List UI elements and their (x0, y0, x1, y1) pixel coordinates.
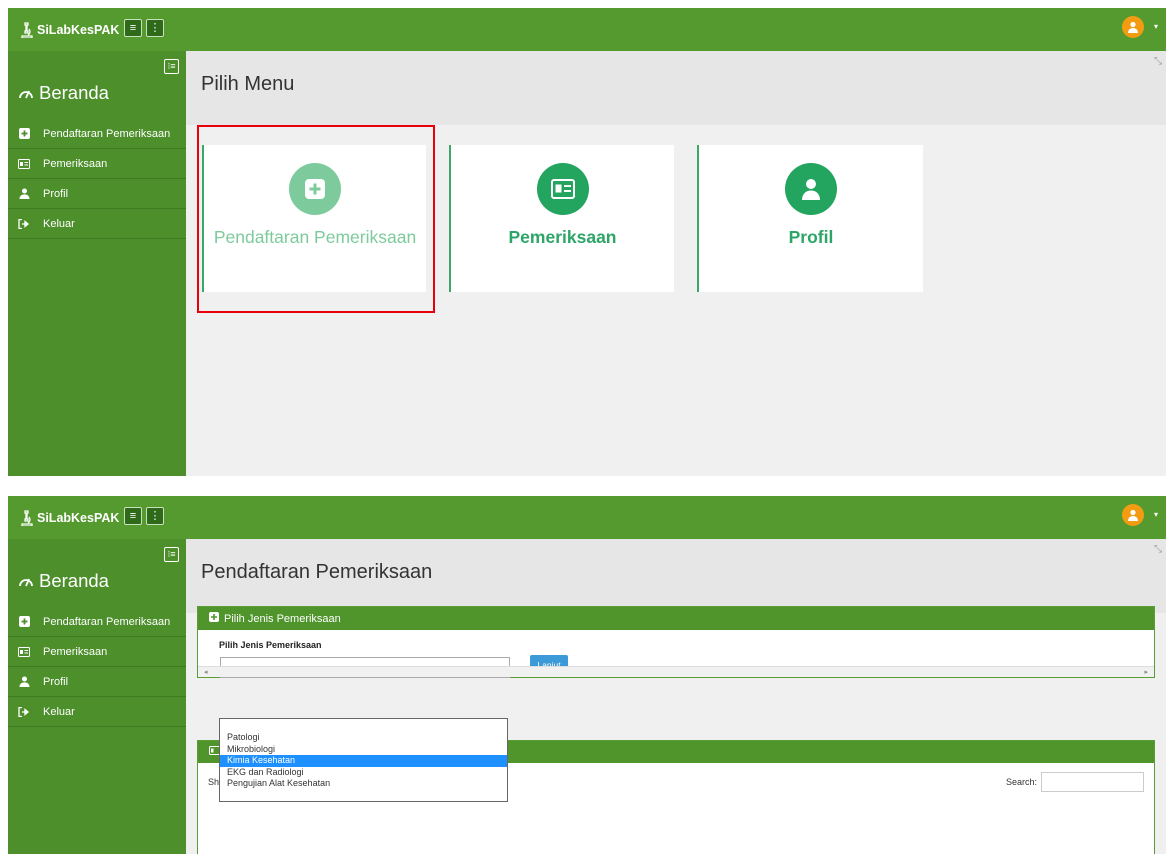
id-card-icon (536, 163, 589, 215)
user-icon (18, 188, 30, 200)
list-icon: ⁝≡ (167, 549, 176, 559)
panel-title: Pilih Jenis Pemeriksaan (224, 612, 341, 625)
caret-down-icon[interactable]: ▾ (1154, 510, 1158, 519)
sign-out-icon (18, 218, 30, 230)
sidebar-item-keluar[interactable]: Keluar (8, 697, 186, 727)
menu-card-profil[interactable]: Profil (697, 145, 923, 292)
option-pengujian-alat[interactable]: Pengujian Alat Kesehatan (220, 778, 507, 790)
page-title: Pendaftaran Pemeriksaan (201, 561, 433, 583)
sidebar-item-pendaftaran[interactable]: Pendaftaran Pemeriksaan (8, 119, 186, 149)
sidebar-item-label: Keluar (43, 705, 75, 718)
list-icon: ⁝≡ (167, 61, 176, 71)
menu-card-label: Pemeriksaan (508, 227, 617, 247)
sidebar-menu: Pendaftaran Pemeriksaan Pemeriksaan Prof… (8, 119, 186, 239)
sidebar: ⁝≡ Beranda Pendaftaran Pemeriksaan Pemer… (8, 51, 186, 476)
sidebar: ⁝≡ Beranda Pendaftaran Pemeriksaan Pemer… (8, 539, 186, 854)
vertical-dots-icon: ⋮ (149, 510, 161, 522)
user-avatar[interactable] (1122, 504, 1144, 526)
panel-pilih-jenis: Pilih Jenis Pemeriksaan Pilih Jenis Peme… (197, 606, 1155, 678)
sidebar-item-label: Pendaftaran Pemeriksaan (43, 127, 171, 140)
bars-icon: ≡ (129, 22, 137, 34)
sidebar-item-label: Pemeriksaan (43, 157, 108, 170)
scroll-left-icon[interactable]: ◂ (204, 668, 208, 676)
content-header: Pendaftaran Pemeriksaan ⤡ (186, 539, 1166, 613)
id-card-icon (18, 158, 30, 170)
screen-pendaftaran: SiLabKesPAK ≡ ⋮ ▾ ⁝≡ Beranda Pendaftaran… (8, 496, 1166, 854)
sidebar-item-keluar[interactable]: Keluar (8, 209, 186, 239)
user-icon (18, 676, 30, 688)
content-header: Pilih Menu ⤡ (186, 51, 1166, 125)
microscope-icon (21, 510, 33, 526)
user-icon (1128, 21, 1138, 33)
sign-out-icon (18, 706, 30, 718)
sidebar-item-label: Profil (43, 675, 69, 688)
option-mikrobiologi[interactable]: Mikrobiologi (220, 744, 507, 756)
menu-toggle-button[interactable]: ≡ (124, 19, 142, 37)
menu-toggle-button[interactable]: ≡ (124, 507, 142, 525)
option-ekg-radiologi[interactable]: EKG dan Radiologi (220, 767, 507, 779)
brand-name: SiLabKesPAK (37, 23, 120, 37)
sidebar-item-pemeriksaan[interactable]: Pemeriksaan (8, 637, 186, 667)
sidebar-home-label: Beranda (39, 570, 109, 591)
brand-logo[interactable]: SiLabKesPAK (20, 19, 119, 41)
sidebar-collapse-button[interactable]: ⁝≡ (164, 59, 179, 74)
user-icon (785, 163, 837, 215)
caret-down-icon[interactable]: ▾ (1154, 22, 1158, 31)
screen-pilih-menu: SiLabKesPAK ≡ ⋮ ▾ ⁝≡ Beranda Pendaftaran… (8, 8, 1166, 476)
options-toggle-button[interactable]: ⋮ (146, 507, 164, 525)
top-navbar: SiLabKesPAK ≡ ⋮ ▾ (8, 496, 1166, 539)
dashboard-icon (19, 578, 33, 587)
sidebar-item-pendaftaran[interactable]: Pendaftaran Pemeriksaan (8, 607, 186, 637)
search-input[interactable] (1041, 772, 1144, 792)
field-label: Pilih Jenis Pemeriksaan (219, 640, 322, 650)
options-toggle-button[interactable]: ⋮ (146, 19, 164, 37)
panel-header: Pilih Jenis Pemeriksaan (198, 607, 1154, 630)
id-card-icon (18, 646, 30, 658)
bars-icon: ≡ (129, 510, 137, 522)
brand-name: SiLabKesPAK (37, 511, 120, 525)
sidebar-item-label: Profil (43, 187, 69, 200)
highlight-annotation (197, 125, 435, 313)
user-icon (1128, 509, 1138, 521)
sidebar-item-label: Pemeriksaan (43, 645, 108, 658)
search-label: Search: (1005, 777, 1037, 787)
sidebar-item-label: Keluar (43, 217, 75, 230)
plus-square-icon (209, 612, 219, 625)
plus-square-icon (18, 128, 30, 140)
option-patologi[interactable]: Patologi (220, 732, 507, 744)
sidebar-menu: Pendaftaran Pemeriksaan Pemeriksaan Prof… (8, 607, 186, 727)
sidebar-home-label: Beranda (39, 82, 109, 103)
top-navbar: SiLabKesPAK ≡ ⋮ ▾ (8, 8, 1166, 51)
sidebar-item-profil[interactable]: Profil (8, 179, 186, 209)
microscope-icon (21, 22, 33, 38)
sidebar-item-pemeriksaan[interactable]: Pemeriksaan (8, 149, 186, 179)
vertical-dots-icon: ⋮ (149, 22, 161, 34)
option-kimia-kesehatan[interactable]: Kimia Kesehatan (220, 755, 507, 767)
sidebar-home[interactable]: Beranda (18, 570, 109, 592)
menu-card-pemeriksaan[interactable]: Pemeriksaan (449, 145, 674, 292)
fullscreen-icon[interactable]: ⤡ (1154, 544, 1162, 555)
page-title: Pilih Menu (201, 73, 295, 95)
sidebar-collapse-button[interactable]: ⁝≡ (164, 547, 179, 562)
brand-logo[interactable]: SiLabKesPAK (20, 507, 119, 529)
menu-card-label: Profil (788, 227, 834, 247)
sidebar-item-label: Pendaftaran Pemeriksaan (43, 615, 171, 628)
dashboard-icon (19, 90, 33, 99)
sidebar-home[interactable]: Beranda (18, 82, 109, 104)
jenis-pemeriksaan-dropdown: Patologi Mikrobiologi Kimia Kesehatan EK… (219, 718, 508, 802)
sidebar-item-profil[interactable]: Profil (8, 667, 186, 697)
user-avatar[interactable] (1122, 16, 1144, 38)
horizontal-scrollbar[interactable]: ◂ ▸ (198, 666, 1154, 677)
scroll-right-icon[interactable]: ▸ (1144, 668, 1148, 676)
fullscreen-icon[interactable]: ⤡ (1154, 56, 1162, 67)
plus-square-icon (18, 616, 30, 628)
search-control: Search: (1006, 772, 1144, 792)
